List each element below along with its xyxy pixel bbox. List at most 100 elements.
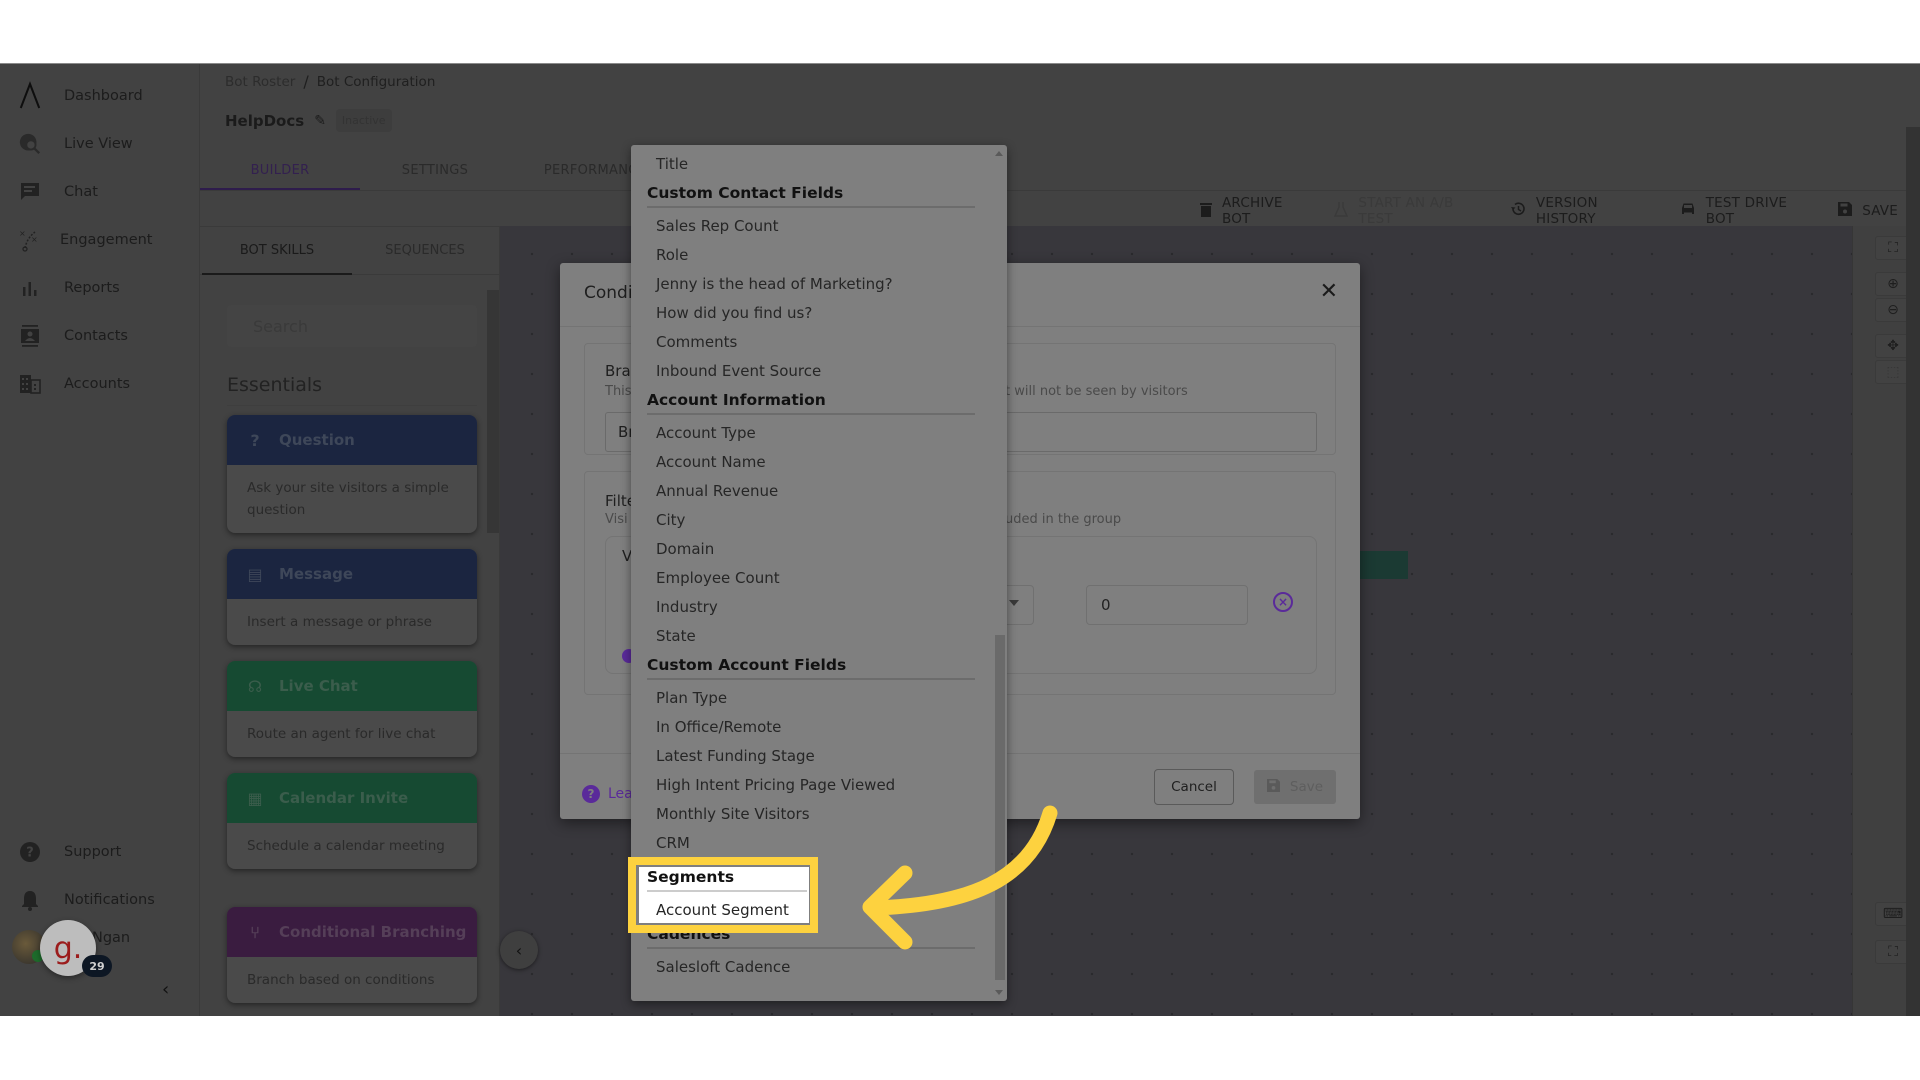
svg-text:?: ? [26,846,34,861]
skill-card-message[interactable]: ▤ Message Insert a message or phrase [227,549,477,645]
dropdown-option-monthly-site-visitors[interactable]: Monthly Site Visitors [656,805,810,823]
skills-search-input[interactable]: Search [227,305,477,347]
sidebar-item-dashboard[interactable]: Dashboard [0,76,200,116]
dropdown-option-account-name[interactable]: Account Name [656,453,766,471]
sidebar-item-reports[interactable]: Reports [0,268,200,308]
dropdown-option-annual-revenue[interactable]: Annual Revenue [656,482,778,500]
skill-description: Insert a message or phrase [247,614,432,630]
status-badge: Inactive [335,109,392,132]
headset-icon: ☊ [247,676,263,696]
dropdown-option-how-did-you-find-us[interactable]: How did you find us? [656,304,812,322]
start-ab-test-button[interactable]: START AN A/B TEST [1334,195,1488,227]
dropdown-option-crm[interactable]: CRM [656,834,690,852]
sidebar-item-notifications[interactable]: Notifications [0,880,200,920]
dropdown-option-plan-type[interactable]: Plan Type [656,689,727,707]
sidebar-item-support[interactable]: ? Support [0,832,200,872]
dropdown-group-account-information: Account Information [647,391,975,415]
scroll-down-arrow[interactable] [995,990,1003,995]
sidebar-item-chat[interactable]: Chat [0,172,200,212]
skill-card-conditional-branching[interactable]: ⑂ Conditional Branching Branch based on c… [227,907,477,1003]
archive-bot-button[interactable]: ARCHIVE BOT [1200,195,1312,227]
sidebar-item-accounts[interactable]: Accounts [0,364,200,404]
header-divider [200,190,1920,191]
history-icon [1510,201,1526,221]
dropdown-option-account-type[interactable]: Account Type [656,424,756,442]
panel-tabs: BOT SKILLS SEQUENCES [200,227,500,275]
zoom-out-icon: ⊖ [1887,302,1899,318]
scroll-up-arrow[interactable] [995,151,1003,156]
calendar-icon: ▦ [247,788,263,808]
notification-count-badge: 29 [82,955,112,977]
breadcrumb-bot-roster[interactable]: Bot Roster [225,74,295,90]
skill-card-calendar-invite[interactable]: ▦ Calendar Invite Schedule a calendar mee… [227,773,477,869]
filter-helper-right: uded in the group [1005,512,1122,527]
highlight-box [628,857,818,933]
branch-name-helper-right: t will not be seen by visitors [1005,384,1188,399]
skill-card-question[interactable]: ? Question Ask your site visitors a simpl… [227,415,477,533]
sidebar-item-label: Support [64,844,122,860]
filter-value-input[interactable]: 0 [1086,585,1248,625]
skill-description: Route an agent for live chat [247,726,436,742]
dropdown-option-high-intent-pricing-page-viewed[interactable]: High Intent Pricing Page Viewed [656,776,895,794]
canvas-collapse-panel-button[interactable]: ‹ [500,931,538,969]
branch-name-helper: This [605,384,632,399]
skill-title: Conditional Branching [279,923,467,941]
close-circle-icon: × [1277,595,1289,609]
builder-toolbar: ARCHIVE BOT START AN A/B TEST VERSION HI… [1200,195,1920,227]
remove-filter-button[interactable]: × [1273,592,1293,612]
tab-bot-skills[interactable]: BOT SKILLS [202,227,352,275]
message-icon: ▤ [247,564,263,584]
dropdown-option-industry[interactable]: Industry [656,598,718,616]
page-scrollbar[interactable] [1906,127,1920,1016]
flask-icon [1334,201,1349,221]
canvas-node[interactable] [1360,551,1408,579]
tab-sequences[interactable]: SEQUENCES [350,227,500,275]
dropdown-option-salesloft-cadence[interactable]: Salesloft Cadence [656,958,790,976]
building-icon [18,372,42,396]
dropdown-option-state[interactable]: State [656,627,696,645]
sidebar-item-live-view[interactable]: Live View [0,124,200,164]
dropdown-scrollbar-thumb[interactable] [995,635,1005,980]
dropdown-option-city[interactable]: City [656,511,685,529]
dropdown-option-latest-funding-stage[interactable]: Latest Funding Stage [656,747,815,765]
sidebar-item-label: Reports [64,280,120,296]
edit-pencil-icon[interactable]: ✎ [314,113,326,129]
sidebar: Dashboard Live View Chat × × Engagement R… [0,64,200,1016]
section-divider [227,405,477,406]
sidebar-item-label: Contacts [64,328,128,344]
chat-icon [18,180,42,204]
skill-card-live-chat[interactable]: ☊ Live Chat Route an agent for live chat [227,661,477,757]
skill-title: Question [279,431,355,449]
sidebar-item-engagement[interactable]: × × Engagement [0,220,200,260]
app-window: Dashboard Live View Chat × × Engagement R… [0,63,1920,1016]
caret-down-icon [1009,600,1019,606]
zoom-in-icon: ⊕ [1887,276,1899,292]
dropdown-option-inbound-event-source[interactable]: Inbound Event Source [656,362,821,380]
sidebar-item-contacts[interactable]: Contacts [0,316,200,356]
dropdown-option-sales-rep-count[interactable]: Sales Rep Count [656,217,779,235]
dropdown-option-comments[interactable]: Comments [656,333,737,351]
save-button[interactable]: Save [1254,770,1336,804]
version-history-button[interactable]: VERSION HISTORY [1510,195,1658,227]
filter-helper: Visi [605,512,628,527]
dropdown-option-role[interactable]: Role [656,246,688,264]
tab-builder[interactable]: BUILDER [200,152,360,190]
bot-title-row: HelpDocs ✎ Inactive [225,109,392,132]
focus-frame-icon: ⛶ [1888,240,1898,256]
dropdown-option-in-office-remote[interactable]: In Office/Remote [656,718,781,736]
chevron-left-icon: ‹ [162,979,170,1000]
close-modal-button[interactable]: ✕ [1320,279,1338,304]
dropdown-option-title[interactable]: Title [656,155,688,173]
g-logo-text: g. [53,930,83,966]
selection-box-icon: ⬚ [1886,364,1900,380]
panel-scrollbar[interactable] [487,290,499,533]
tab-settings[interactable]: SETTINGS [355,152,515,190]
test-drive-bot-button[interactable]: TEST DRIVE BOT [1680,195,1816,227]
save-bot-button[interactable]: SAVE [1838,202,1898,220]
dropdown-option-domain[interactable]: Domain [656,540,714,558]
collapse-sidebar-button[interactable]: ‹ [162,979,169,1000]
cancel-button[interactable]: Cancel [1154,769,1234,805]
dropdown-option-jenny-is-the-head-of-marketing[interactable]: Jenny is the head of Marketing? [656,275,893,293]
dropdown-option-employee-count[interactable]: Employee Count [656,569,780,587]
svg-text:×: × [31,235,38,244]
